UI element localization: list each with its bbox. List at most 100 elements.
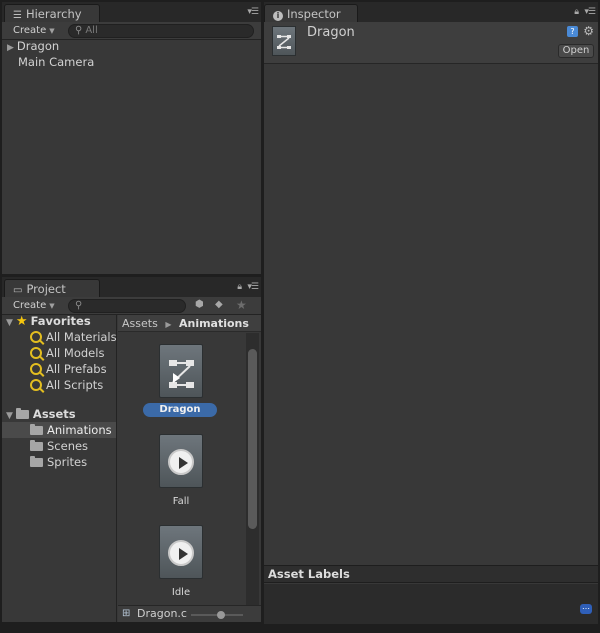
hierarchy-tabbar: ☰ Hierarchy ▾☰ <box>2 2 261 23</box>
project-tab[interactable]: ▭ Project <box>4 279 100 298</box>
hierarchy-tab[interactable]: ☰ Hierarchy <box>4 4 100 23</box>
asset-labels-body: … <box>264 584 598 624</box>
hierarchy-create-button[interactable]: Create ▼ <box>8 24 60 38</box>
hierarchy-item-label: Dragon <box>16 39 60 53</box>
search-filter-icon <box>30 347 42 359</box>
animation-clip-icon <box>168 540 194 566</box>
folder-icon <box>15 408 29 419</box>
asset-label-idle[interactable]: Idle <box>156 587 206 598</box>
breadcrumb: Assets ▶ Animations <box>118 315 261 332</box>
filter-by-type-icon[interactable]: ⬢ <box>195 299 204 310</box>
favorite-all-models[interactable]: All Models <box>30 345 104 361</box>
folder-label: Scenes <box>47 439 89 453</box>
search-filter-icon <box>30 363 42 375</box>
breadcrumb-current[interactable]: Animations <box>179 317 249 330</box>
animation-clip-icon <box>168 449 194 475</box>
dropdown-arrow-icon: ▼ <box>49 302 55 310</box>
favorites-star-icon: ★ <box>15 314 28 329</box>
panel-menu-icon[interactable]: ▾☰ <box>247 7 259 17</box>
project-create-button[interactable]: Create ▼ <box>8 299 60 313</box>
asset-grid-scrollbar[interactable] <box>246 333 259 605</box>
hierarchy-item-dragon[interactable]: ▶ Dragon <box>7 38 59 54</box>
zoom-slider-thumb[interactable] <box>217 611 225 619</box>
folder-icon <box>30 424 43 435</box>
dropdown-arrow-icon: ▼ <box>49 27 55 35</box>
folder-label: Animations <box>47 423 112 437</box>
favorite-all-scripts[interactable]: All Scripts <box>30 377 103 393</box>
info-icon: i <box>273 11 283 21</box>
filter-by-label-icon[interactable]: ◆ <box>215 299 223 310</box>
folder-label: Sprites <box>47 455 88 469</box>
favorite-all-prefabs[interactable]: All Prefabs <box>30 361 107 377</box>
search-filter-icon <box>30 331 42 343</box>
hierarchy-panel: ☰ Hierarchy ▾☰ Create ▼ ⚲ All ▶ Dragon Main … <box>2 2 261 274</box>
folder-animations[interactable]: Animations <box>30 422 112 438</box>
asset-grid: Dragon Fall Idle <box>118 333 246 605</box>
controller-small-icon: ⊞ <box>122 608 131 619</box>
asset-label-fall[interactable]: Fall <box>156 496 206 507</box>
animator-controller-icon <box>277 35 291 49</box>
search-icon: ⚲ <box>75 25 83 36</box>
asset-labels-title: Asset Labels <box>268 567 350 581</box>
search-icon: ⚲ <box>75 300 83 311</box>
project-status-bar: ⊞ Dragon.c <box>118 605 261 622</box>
asset-tile-idle[interactable] <box>159 525 203 579</box>
foldout-open-icon[interactable]: ▼ <box>6 318 13 328</box>
folder-tab-icon: ▭ <box>13 285 23 296</box>
foldout-open-icon[interactable]: ▼ <box>6 411 13 421</box>
hierarchy-item-main-camera[interactable]: Main Camera <box>18 54 94 70</box>
favorite-label: All Prefabs <box>46 362 107 376</box>
foldout-arrow-icon[interactable]: ▶ <box>7 43 14 53</box>
animator-controller-icon <box>169 360 194 388</box>
panel-menu-icon[interactable]: ▾☰ <box>584 7 596 17</box>
favorites-label: Favorites <box>30 314 91 328</box>
assets-header[interactable]: ▼ Assets <box>6 406 76 422</box>
favorite-all-materials[interactable]: All Materials <box>30 329 117 345</box>
assets-label: Assets <box>32 407 76 421</box>
help-icon[interactable]: ? <box>567 26 578 37</box>
asset-label-dragon[interactable]: Dragon <box>143 403 217 417</box>
project-folder-tree: ▼ ★ Favorites All Materials All Models All… <box>2 313 117 622</box>
inspector-object-name: Dragon <box>307 25 355 40</box>
zoom-slider[interactable] <box>191 611 243 619</box>
inspector-tabbar: i Inspector 🔒︎ ▾☰ <box>264 2 598 23</box>
breadcrumb-root[interactable]: Assets <box>122 317 158 330</box>
search-filter-icon <box>30 379 42 391</box>
inspector-tab-label: Inspector <box>287 7 341 21</box>
gear-icon[interactable]: ⚙ <box>583 24 594 38</box>
hierarchy-item-label: Main Camera <box>18 55 95 69</box>
folder-icon <box>30 456 43 467</box>
asset-tile-dragon[interactable] <box>159 344 203 398</box>
hierarchy-search-input[interactable]: ⚲ All <box>68 24 254 38</box>
scrollbar-thumb[interactable] <box>248 349 257 529</box>
asset-tile-fall[interactable] <box>159 434 203 488</box>
favorite-star-icon[interactable]: ★ <box>236 298 247 312</box>
project-search-input[interactable]: ⚲ <box>68 299 186 313</box>
lock-icon[interactable]: 🔒︎ <box>574 7 579 17</box>
folder-scenes[interactable]: Scenes <box>30 438 88 454</box>
inspector-header: Dragon ? ⚙ Open <box>264 22 598 64</box>
favorites-header[interactable]: ▼ ★ Favorites <box>6 313 91 329</box>
panel-menu-icon[interactable]: ▾☰ <box>247 282 259 292</box>
project-create-label: Create <box>13 300 47 311</box>
project-tabbar: ▭ Project 🔒︎ ▾☰ <box>2 277 261 298</box>
hierarchy-tab-label: Hierarchy <box>25 7 82 21</box>
asset-labels-header[interactable]: Asset Labels <box>264 565 598 583</box>
asset-preview-icon <box>272 26 296 56</box>
open-button[interactable]: Open <box>558 44 594 58</box>
status-file-name: Dragon.c <box>137 607 187 620</box>
add-label-button[interactable]: … <box>580 603 592 614</box>
favorite-label: All Materials <box>46 330 117 344</box>
hierarchy-create-label: Create <box>13 25 47 36</box>
folder-icon <box>30 440 43 451</box>
project-tab-label: Project <box>26 282 66 296</box>
favorite-label: All Models <box>46 346 105 360</box>
hierarchy-list-icon: ☰ <box>13 10 22 21</box>
lock-icon[interactable]: 🔒︎ <box>237 282 242 292</box>
favorite-label: All Scripts <box>46 378 104 392</box>
inspector-tab[interactable]: i Inspector <box>264 4 358 23</box>
folder-sprites[interactable]: Sprites <box>30 454 87 470</box>
inspector-panel: i Inspector 🔒︎ ▾☰ Dragon ? ⚙ Open Asset L… <box>264 2 598 624</box>
project-panel: ▭ Project 🔒︎ ▾☰ Create ▼ ⚲ ⬢ ◆ ★ ▼ ★ Favorit… <box>2 277 261 622</box>
hierarchy-search-placeholder: All <box>85 25 98 36</box>
